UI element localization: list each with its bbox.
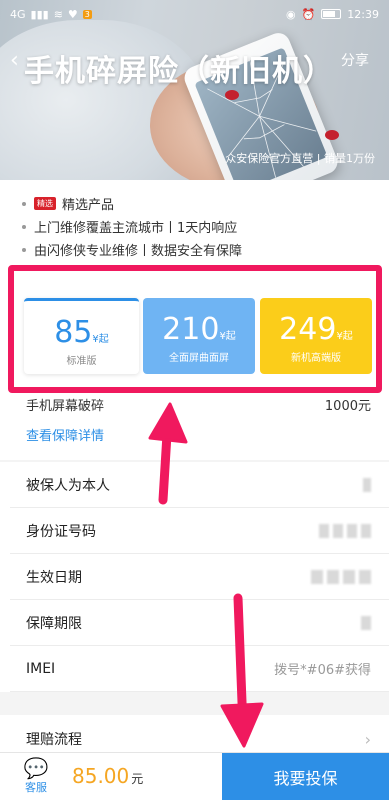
feature-text: 精选产品 (62, 198, 115, 213)
hero-subtitle: 众安保险官方直营 | 销量1万份 (225, 152, 375, 165)
feature-text: 上门维修覆盖主流城市丨1天内响应 (34, 221, 238, 236)
row-label: 保障期限 (26, 615, 82, 632)
id-number-field[interactable] (319, 523, 371, 538)
clock: 12:39 (347, 7, 379, 21)
insured-form: 被保人为本人 身份证号码 生效日期 保障期限 IMEI 拨号*#06#获得 (0, 462, 389, 692)
coverage-item: 手机屏幕破碎 (26, 399, 105, 414)
eye-icon: ◉ (285, 7, 296, 21)
imei-input[interactable]: 拨号*#06#获得 (274, 659, 371, 678)
service-label: 客服 (25, 781, 47, 794)
total-price: 85.00 元 (72, 764, 143, 788)
nail-decoration (225, 90, 239, 100)
insured-self-row[interactable]: 被保人为本人 (10, 462, 389, 508)
chat-bubble-icon: 💬 (23, 756, 49, 780)
status-bar: 4G ▮▮▮ ≋ ♥ 3 ◉ ⏰ 12:39 (0, 0, 389, 28)
coverage-section: 手机屏幕破碎 1000元 查看保障详情 (0, 399, 389, 460)
share-button[interactable]: 分享 (341, 50, 369, 70)
bullet-icon (22, 201, 26, 206)
coverage-detail-link[interactable]: 查看保障详情 (26, 425, 104, 444)
highlight-box (8, 265, 382, 393)
imei-row[interactable]: IMEI 拨号*#06#获得 (10, 646, 389, 692)
period-row[interactable]: 保障期限 (10, 600, 389, 646)
period-field[interactable] (361, 615, 371, 630)
claims-label: 理赔流程 (26, 732, 82, 748)
feature-list: 精选 精选产品 上门维修覆盖主流城市丨1天内响应 由闪修侠专业维修丨数据安全有保… (0, 180, 389, 270)
total-amount: 85.00 (72, 764, 130, 788)
app-badge: 3 (82, 9, 92, 19)
coverage-amount: 1000元 (324, 399, 371, 414)
row-label: 身份证号码 (26, 523, 96, 540)
bullet-icon (22, 247, 26, 252)
effective-date-field[interactable] (311, 569, 371, 584)
alarm-icon: ⏰ (301, 7, 316, 21)
battery-icon (321, 9, 342, 19)
signal-bars-icon: ▮▮▮ (30, 7, 49, 21)
list-item: 精选 精选产品 (22, 192, 389, 215)
list-item: 上门维修覆盖主流城市丨1天内响应 (22, 215, 389, 238)
row-label: 生效日期 (26, 569, 82, 586)
row-label: 被保人为本人 (26, 477, 110, 494)
customer-service-button[interactable]: 💬 客服 (14, 757, 58, 795)
chevron-right-icon: › (364, 729, 371, 749)
effective-date-row[interactable]: 生效日期 (10, 554, 389, 600)
row-label: IMEI (26, 660, 56, 677)
currency-label: 元 (131, 772, 144, 786)
heart-icon: ♥ (67, 7, 78, 21)
page-title: 手机碎屏险（新旧机） (24, 54, 334, 89)
id-number-row[interactable]: 身份证号码 (10, 508, 389, 554)
nail-decoration (325, 130, 339, 140)
wifi-icon: ≋ (53, 7, 63, 21)
buy-button[interactable]: 我要投保 (222, 753, 389, 800)
signal-icon: 4G (10, 7, 26, 21)
featured-tag: 精选 (34, 197, 56, 210)
bullet-icon (22, 224, 26, 229)
bottom-bar: 💬 客服 85.00 元 我要投保 (0, 752, 389, 800)
list-item: 由闪修侠专业维修丨数据安全有保障 (22, 238, 389, 261)
feature-text: 由闪修侠专业维修丨数据安全有保障 (34, 244, 243, 259)
toggle-value[interactable] (363, 477, 371, 492)
back-icon[interactable]: ‹ (10, 48, 19, 73)
